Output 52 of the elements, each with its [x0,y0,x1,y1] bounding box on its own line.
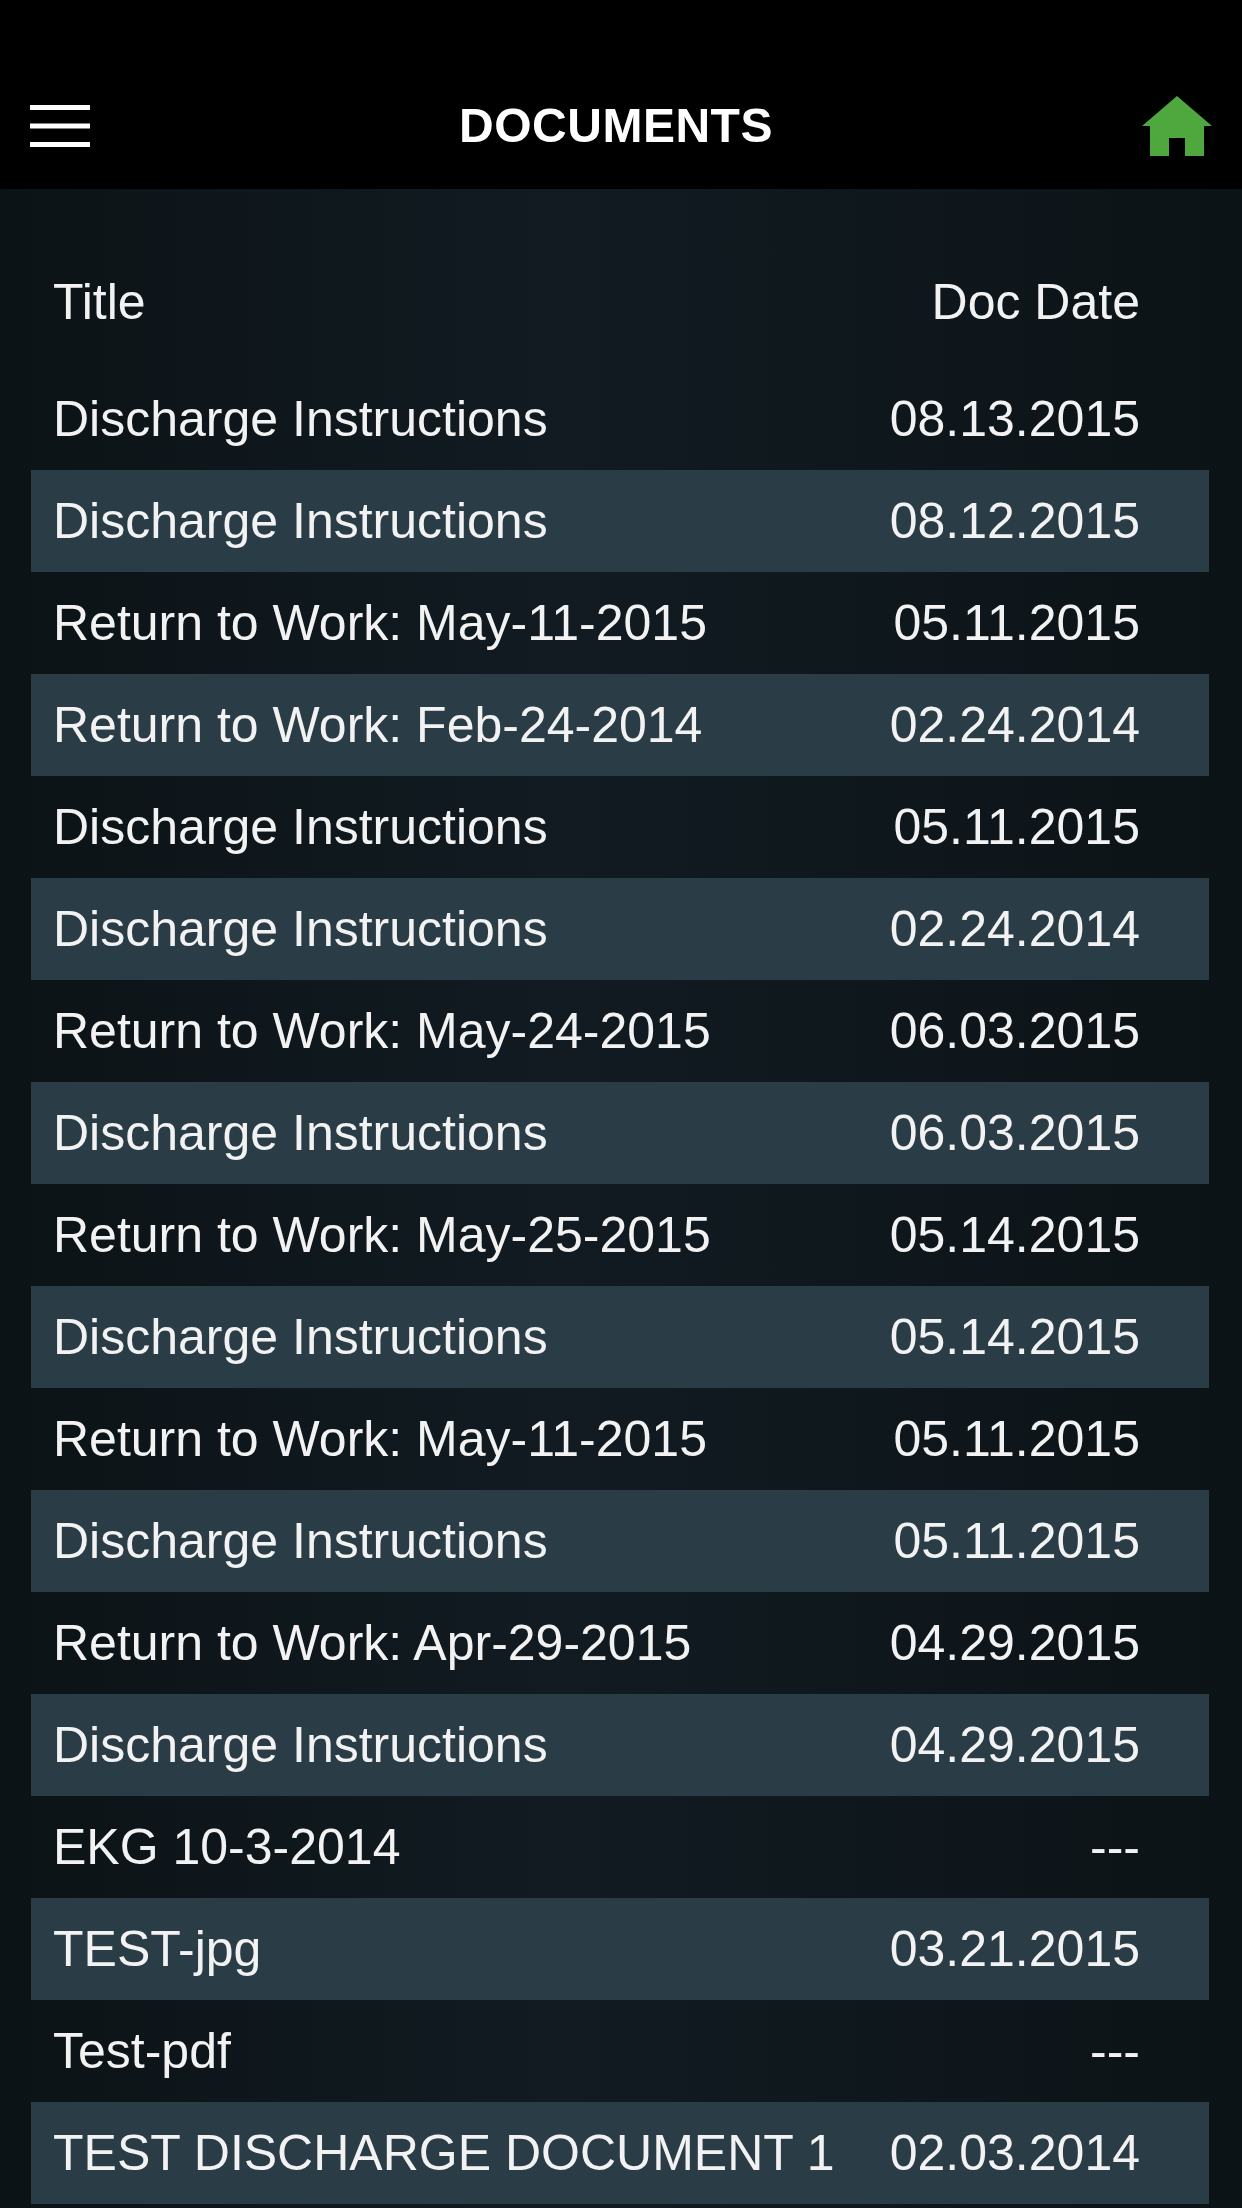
date-cell: 06.03.2015 [889,1003,1140,1059]
title-cell: Discharge Instructions [53,1105,548,1161]
title-cell: Discharge Instructions [53,1309,548,1365]
title-cell: TEST-jpg [53,1921,262,1977]
page-title: DOCUMENTS [459,98,773,153]
date-cell: 05.11.2015 [893,595,1140,651]
date-cell: 02.24.2014 [889,901,1140,957]
home-button[interactable] [1142,95,1212,156]
striped-row[interactable]: Discharge Instructions 05.14.2015 [31,1286,1209,1388]
title-cell: Discharge Instructions [53,493,548,549]
date-cell: 08.12.2015 [889,493,1140,549]
date-cell: 03.21.2015 [889,1921,1140,1977]
date-cell: 05.11.2015 [893,1411,1140,1467]
date-cell: --- [1090,2023,1140,2079]
title-cell: Discharge Instructions [53,901,548,957]
date-cell: 06.03.2015 [889,1105,1140,1161]
striped-row[interactable]: TEST DISCHARGE DOCUMENT 1 02.03.2014 [31,2102,1209,2204]
date-cell: 08.13.2015 [889,391,1140,447]
striped-row[interactable]: Discharge Instructions 05.11.2015 [31,1490,1209,1592]
title-cell: Discharge Instructions [53,1513,548,1569]
date-cell: 05.11.2015 [893,1513,1140,1569]
title-cell[interactable]: Return to Work: Apr-29-2015 [53,1615,692,1671]
striped-row[interactable]: Discharge Instructions 02.24.2014 [31,878,1209,980]
striped-row[interactable]: Discharge Instructions 06.03.2015 [31,1082,1209,1184]
title-cell[interactable]: Return to Work: May-11-2015 [53,595,707,651]
title-cell[interactable]: Return to Work: May-24-2015 [53,1003,711,1059]
title-cell[interactable]: Discharge Instructions [53,391,548,447]
striped-row[interactable]: TEST-jpg 03.21.2015 [31,1898,1209,2000]
date-cell: --- [1090,1819,1140,1875]
title-cell[interactable]: Return to Work: May-11-2015 [53,1411,707,1467]
striped-row[interactable]: Discharge Instructions 04.29.2015 [31,1694,1209,1796]
menu-icon [30,104,90,147]
date-cell: 02.03.2014 [889,2125,1140,2181]
home-icon [1142,95,1212,156]
column-header: Title [53,274,146,330]
title-cell: Discharge Instructions [53,1717,548,1773]
title-cell[interactable]: Discharge Instructions [53,799,548,855]
title-cell: Return to Work: Feb-24-2014 [53,697,703,753]
title-cell[interactable]: Return to Work: May-25-2015 [53,1207,711,1263]
date-cell: 05.14.2015 [889,1207,1140,1263]
date-cell: 04.29.2015 [889,1615,1140,1671]
date-cell: 05.11.2015 [893,799,1140,855]
striped-row[interactable]: Return to Work: Feb-24-2014 02.24.2014 [31,674,1209,776]
title-cell[interactable]: EKG 10-3-2014 [53,1819,401,1875]
striped-row[interactable]: Discharge Instructions 08.12.2015 [31,470,1209,572]
column-header: Doc Date [931,274,1140,330]
date-cell: 05.14.2015 [889,1309,1140,1365]
title-cell[interactable]: Test-pdf [53,2023,231,2079]
date-cell: 04.29.2015 [889,1717,1140,1773]
menu-button[interactable] [30,104,90,147]
title-cell: TEST DISCHARGE DOCUMENT 1 [53,2125,835,2181]
date-cell: 02.24.2014 [889,697,1140,753]
